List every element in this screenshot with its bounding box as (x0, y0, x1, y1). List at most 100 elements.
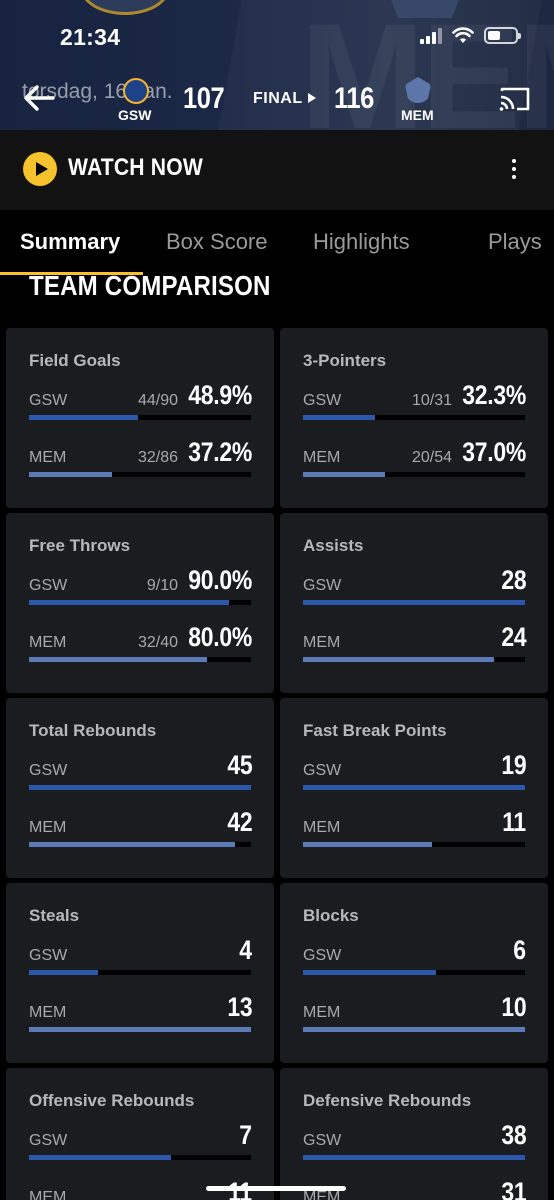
stat-bar-fill (29, 842, 235, 847)
stat-bar-track (29, 657, 251, 662)
play-icon (23, 152, 57, 186)
gsw-logo (123, 78, 149, 104)
stat-value: 19 (500, 750, 526, 780)
stat-title: Field Goals (29, 351, 121, 370)
watch-now-bar[interactable]: WATCH NOW (0, 130, 554, 210)
stat-bar-fill (29, 1027, 251, 1032)
made-attempted: 20/54 (411, 449, 452, 466)
stat-bar-track (303, 785, 525, 790)
made-attempted: 9/10 (146, 577, 178, 594)
team-label: GSW (29, 762, 68, 779)
stat-value: 80.0% (188, 622, 252, 652)
tab-plays[interactable]: Plays (488, 229, 542, 255)
tab-highlights[interactable]: Highlights (313, 229, 410, 255)
team-label: MEM (303, 1004, 341, 1021)
stat-value: 38 (500, 1120, 526, 1150)
stat-card: Field Goals GSW 44/90 48.9% MEM 32/86 37.2% (6, 328, 274, 508)
stat-bar-track (303, 472, 525, 477)
stat-bar-track (29, 472, 251, 477)
team-label: MEM (29, 634, 67, 651)
stat-card: Fast Break Points GSW 19 MEM 11 (280, 698, 548, 878)
stat-title: Total Rebounds (29, 721, 157, 740)
stat-value: 37.2% (188, 437, 252, 467)
stat-title: Defensive Rebounds (303, 1091, 472, 1110)
away-team-abbr: MEM (401, 107, 434, 123)
stat-title: Offensive Rebounds (29, 1091, 195, 1110)
header-stripe (219, 0, 542, 130)
team-label: GSW (303, 577, 342, 594)
stat-bar-track (303, 970, 525, 975)
home-team-abbr: GSW (118, 107, 152, 123)
team-label: MEM (303, 634, 341, 651)
status-time: 21:34 (60, 24, 121, 50)
team-label: GSW (303, 762, 342, 779)
game-status[interactable]: FINAL (253, 90, 303, 108)
stat-value: 45 (226, 750, 252, 780)
made-attempted: 32/40 (137, 634, 178, 651)
stat-bar-fill (303, 472, 385, 477)
more-options-icon[interactable] (504, 154, 524, 184)
cellular-signal-icon (420, 27, 442, 44)
stat-bar-fill (29, 472, 112, 477)
play-triangle-icon (308, 93, 316, 103)
stat-value: 7 (239, 1120, 252, 1150)
team-label: GSW (303, 1132, 342, 1149)
watch-now-label: WATCH NOW (68, 154, 203, 181)
tab-bar: Summary Box Score Highlights Plays (0, 210, 554, 275)
team-label: MEM (29, 1004, 67, 1021)
stat-bar-fill (29, 1155, 171, 1160)
stat-card: 3-Pointers GSW 10/31 32.3% MEM 20/54 37.0% (280, 328, 548, 508)
back-arrow-icon[interactable] (20, 80, 60, 116)
status-icons (420, 27, 521, 44)
stat-bar-track (303, 842, 525, 847)
stat-bar-fill (29, 600, 229, 605)
stat-bar-track (303, 657, 525, 662)
stat-title: 3-Pointers (303, 351, 387, 370)
stat-bar-track (29, 600, 251, 605)
section-title: TEAM COMPARISON (29, 270, 271, 301)
team-label: MEM (303, 819, 341, 836)
stat-card: Offensive ReboundsGSW7MEM11 (6, 1068, 274, 1200)
made-attempted: 10/31 (411, 392, 452, 409)
stat-bar-track (303, 415, 525, 420)
team-label: MEM (29, 1189, 67, 1200)
team-label: GSW (303, 947, 342, 964)
team-label: GSW (29, 1132, 68, 1149)
stat-value: 13 (226, 992, 252, 1022)
stat-value: 24 (500, 622, 526, 652)
stat-bar-fill (303, 842, 432, 847)
stat-bar-track (29, 970, 251, 975)
stat-bar-fill (303, 785, 525, 790)
stat-bar-fill (303, 970, 436, 975)
stat-card: Total Rebounds GSW 45 MEM 42 (6, 698, 274, 878)
tab-summary[interactable]: Summary (20, 229, 120, 255)
team-label: MEM (29, 449, 67, 466)
stat-title: Steals (29, 906, 80, 925)
stat-bar-track (29, 785, 251, 790)
stat-value: 28 (500, 565, 526, 595)
stat-bar-track (29, 415, 251, 420)
stat-value: 42 (226, 807, 252, 837)
stat-bar-fill (29, 415, 138, 420)
stat-card: Free Throws GSW 9/10 90.0% MEM 32/40 80.0% (6, 513, 274, 693)
made-attempted: 32/86 (137, 449, 178, 466)
stat-bar-track (303, 1027, 525, 1032)
home-score: 107 (183, 82, 225, 115)
stat-title: Fast Break Points (303, 721, 447, 740)
away-score: 116 (334, 82, 374, 115)
stat-bar-track (29, 1155, 251, 1160)
game-header: MEM 21:34 torsdag, 16. jan. GSW 107 FINA… (0, 0, 554, 130)
stat-value: 4 (239, 935, 252, 965)
tab-box-score[interactable]: Box Score (166, 229, 268, 255)
stat-value: 90.0% (188, 565, 252, 595)
home-indicator[interactable] (206, 1186, 346, 1191)
stat-value: 31 (500, 1177, 526, 1200)
stat-bar-fill (303, 1155, 525, 1160)
cast-icon[interactable] (498, 85, 532, 113)
stat-card: Steals GSW 4 MEM 13 (6, 883, 274, 1063)
stat-bar-fill (29, 785, 251, 790)
team-label: GSW (29, 947, 68, 964)
stat-title: Free Throws (29, 536, 131, 555)
battery-icon (484, 27, 521, 44)
team-label: GSW (29, 577, 68, 594)
